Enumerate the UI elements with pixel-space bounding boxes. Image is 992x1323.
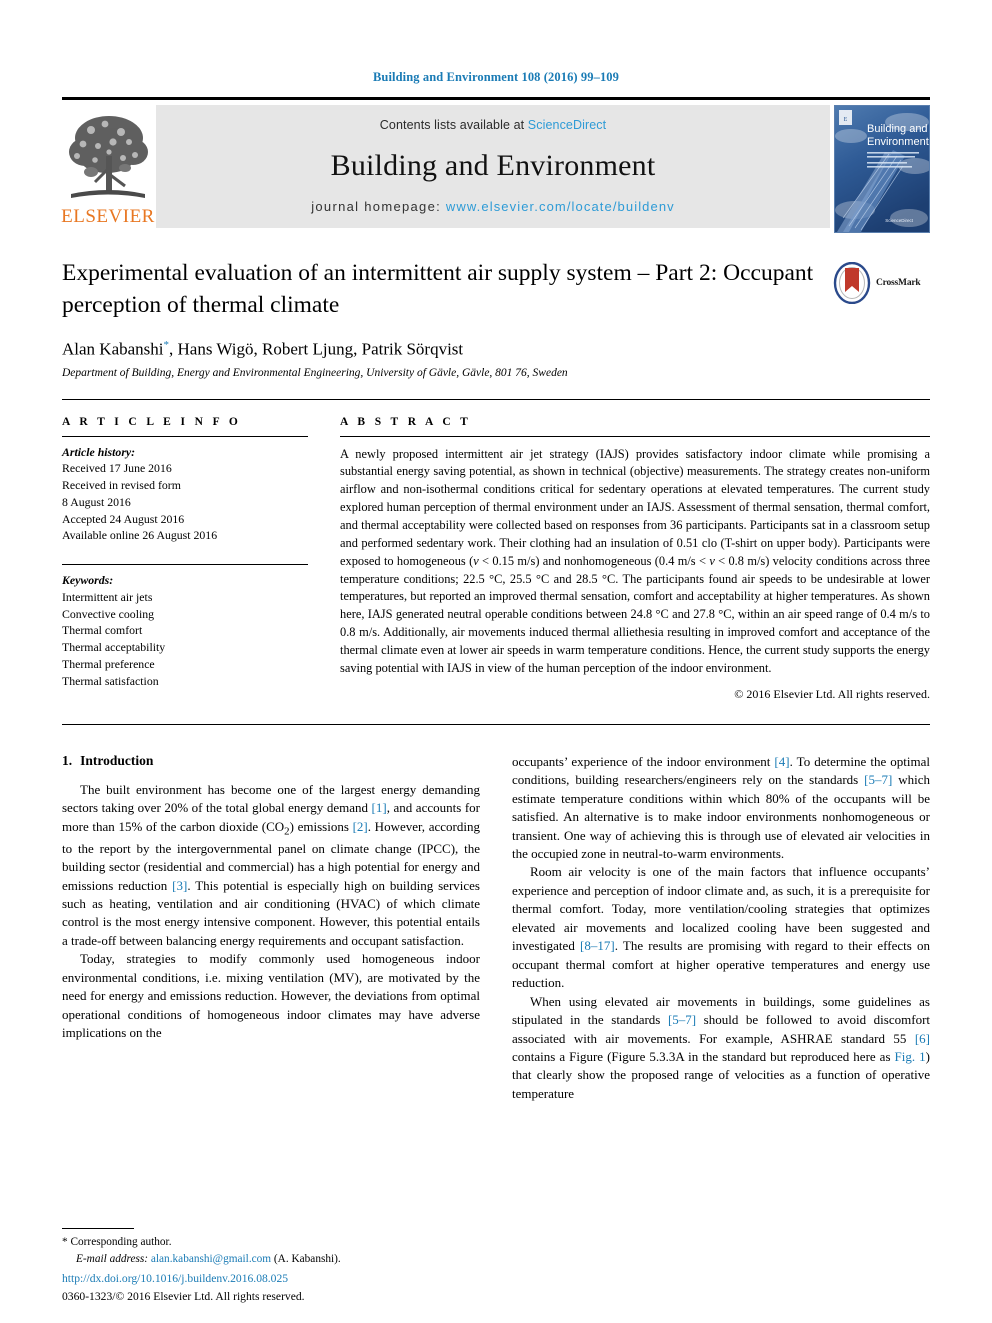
corresponding-author-name: Alan Kabanshi <box>62 339 164 359</box>
par-text: ) emissions <box>289 818 353 834</box>
paragraph: Room air velocity is one of the main fac… <box>512 863 930 992</box>
keyword-item: Convective cooling <box>62 606 155 621</box>
body-columns: 1. Introduction The built environment has… <box>62 725 930 1104</box>
citation-ref[interactable]: [6] <box>915 1031 930 1046</box>
crossmark-label: CrossMark <box>876 278 921 288</box>
section-title: Introduction <box>80 752 154 768</box>
keyword-item: Intermittent air jets <box>62 589 153 604</box>
history-item: Received 17 June 2016 <box>62 461 172 476</box>
journal-masthead: ELSEVIER Contents lists available at Sci… <box>61 97 930 233</box>
elsevier-tree-icon <box>65 108 151 206</box>
figure-ref-link[interactable]: Fig. 1 <box>895 1049 926 1064</box>
article-history-label: Article history: <box>62 444 136 459</box>
citation-ref[interactable]: [8–17] <box>580 938 615 953</box>
citation-ref[interactable]: [5–7] <box>864 772 892 787</box>
doi-link[interactable]: http://dx.doi.org/10.1016/j.buildenv.201… <box>62 1270 492 1287</box>
journal-cover-thumbnail: E Building and Environment ScienceDirect <box>834 105 930 233</box>
history-item: 8 August 2016 <box>62 494 131 509</box>
title-block: Experimental evaluation of an intermitte… <box>62 258 930 379</box>
page-title: Experimental evaluation of an intermitte… <box>62 260 814 318</box>
citation-ref[interactable]: [2] <box>353 819 368 834</box>
elsevier-logo: ELSEVIER <box>61 105 155 228</box>
history-item: Accepted 24 August 2016 <box>62 511 185 526</box>
affiliation: Department of Building, Energy and Envir… <box>62 366 568 379</box>
paragraph: When using elevated air movements in bui… <box>512 993 930 1104</box>
par-text: occupants’ experience of the indoor envi… <box>512 753 775 769</box>
crossmark-icon <box>833 262 871 304</box>
paper-page: Building and Environment 108 (2016) 99–1… <box>0 0 992 1323</box>
abstract-text: A newly proposed intermittent air jet st… <box>340 437 930 678</box>
email-label: E-mail address: <box>76 1252 149 1265</box>
abstract-part-1: A newly proposed intermittent air jet st… <box>340 446 930 568</box>
elsevier-wordmark: ELSEVIER <box>61 206 155 227</box>
footnote-block: * Corresponding author. E-mail address: … <box>62 1228 467 1267</box>
paragraph: The built environment has become one of … <box>62 781 480 951</box>
corresponding-author-note: * Corresponding author. <box>62 1234 467 1250</box>
svg-text:ScienceDirect: ScienceDirect <box>885 218 914 223</box>
section-heading-introduction: 1. Introduction <box>62 753 480 769</box>
keyword-item: Thermal acceptability <box>62 640 166 655</box>
publication-footer: http://dx.doi.org/10.1016/j.buildenv.201… <box>62 1270 492 1305</box>
keyword-item: Thermal satisfaction <box>62 673 159 688</box>
journal-homepage-line: journal homepage: www.elsevier.com/locat… <box>311 199 675 214</box>
article-history-block: Article history: Received 17 June 2016 R… <box>62 437 308 545</box>
journal-title: Building and Environment <box>330 148 656 182</box>
footnote-rule <box>62 1228 134 1230</box>
author-list-rest: , Hans Wigö, Robert Ljung, Patrik Sörqvi… <box>169 339 464 359</box>
par-text: contains a Figure (Figure 5.3.3A in the … <box>512 1048 895 1064</box>
sciencedirect-link[interactable]: ScienceDirect <box>528 118 606 132</box>
running-head: Building and Environment 108 (2016) 99–1… <box>372 70 620 84</box>
citation-ref[interactable]: [1] <box>372 800 387 815</box>
citation-ref[interactable]: [5–7] <box>668 1012 696 1027</box>
paragraph: Today, strategies to modify commonly use… <box>62 951 480 1041</box>
article-info-heading: A R T I C L E I N F O <box>62 415 242 428</box>
homepage-prefix: journal homepage: <box>311 199 446 214</box>
abstract-heading: A B S T R A C T <box>340 415 472 428</box>
keyword-item: Thermal preference <box>62 656 155 671</box>
contents-prefix: Contents lists available at <box>379 118 528 132</box>
svg-text:Environment: Environment <box>867 136 929 148</box>
svg-text:Building and: Building and <box>867 123 928 135</box>
abstract-copyright: © 2016 Elsevier Ltd. All rights reserved… <box>734 686 930 701</box>
contents-available-line: Contents lists available at ScienceDirec… <box>380 118 606 132</box>
email-link[interactable]: alan.kabanshi@gmail.com <box>151 1253 271 1265</box>
footnote-label: Corresponding author. <box>67 1236 172 1249</box>
abstract-part-3: < 0.8 m/s) velocity conditions across th… <box>340 553 930 675</box>
history-item: Available online 26 August 2016 <box>62 528 218 543</box>
cover-artwork: E Building and Environment ScienceDirect <box>835 106 929 232</box>
crossmark-badge[interactable]: CrossMark <box>832 260 930 306</box>
email-suffix: (A. Kabanshi). <box>271 1252 341 1265</box>
body-column-right: occupants’ experience of the indoor envi… <box>512 753 930 1104</box>
article-info-column: A R T I C L E I N F O Article history: R… <box>62 416 308 702</box>
svg-text:E: E <box>844 117 848 123</box>
section-number: 1. <box>62 752 73 768</box>
keywords-label: Keywords: <box>62 573 114 588</box>
homepage-url-link[interactable]: www.elsevier.com/locate/buildenv <box>446 199 675 214</box>
citation-ref[interactable]: [4] <box>774 754 789 769</box>
citation-ref[interactable]: [3] <box>172 878 187 893</box>
abstract-column: A B S T R A C T A newly proposed intermi… <box>340 416 930 702</box>
abstract-part-2: < 0.15 m/s) and nonhomogeneous (0.4 m/s … <box>478 553 710 568</box>
email-note: E-mail address: alan.kabanshi@gmail.com … <box>62 1251 467 1267</box>
journal-banner: Contents lists available at ScienceDirec… <box>156 105 830 228</box>
keyword-item: Thermal comfort <box>62 623 143 638</box>
article-info-abstract-panel: A R T I C L E I N F O Article history: R… <box>62 398 930 702</box>
issn-copyright-line: 0360-1323/© 2016 Elsevier Ltd. All right… <box>62 1289 305 1303</box>
paragraph: occupants’ experience of the indoor envi… <box>512 753 930 864</box>
author-list: Alan Kabanshi*, Hans Wigö, Robert Ljung,… <box>62 339 930 360</box>
body-column-left: 1. Introduction The built environment has… <box>62 753 480 1104</box>
keywords-block: Keywords: Intermittent air jets Convecti… <box>62 565 308 689</box>
history-item: Received in revised form <box>62 478 181 493</box>
